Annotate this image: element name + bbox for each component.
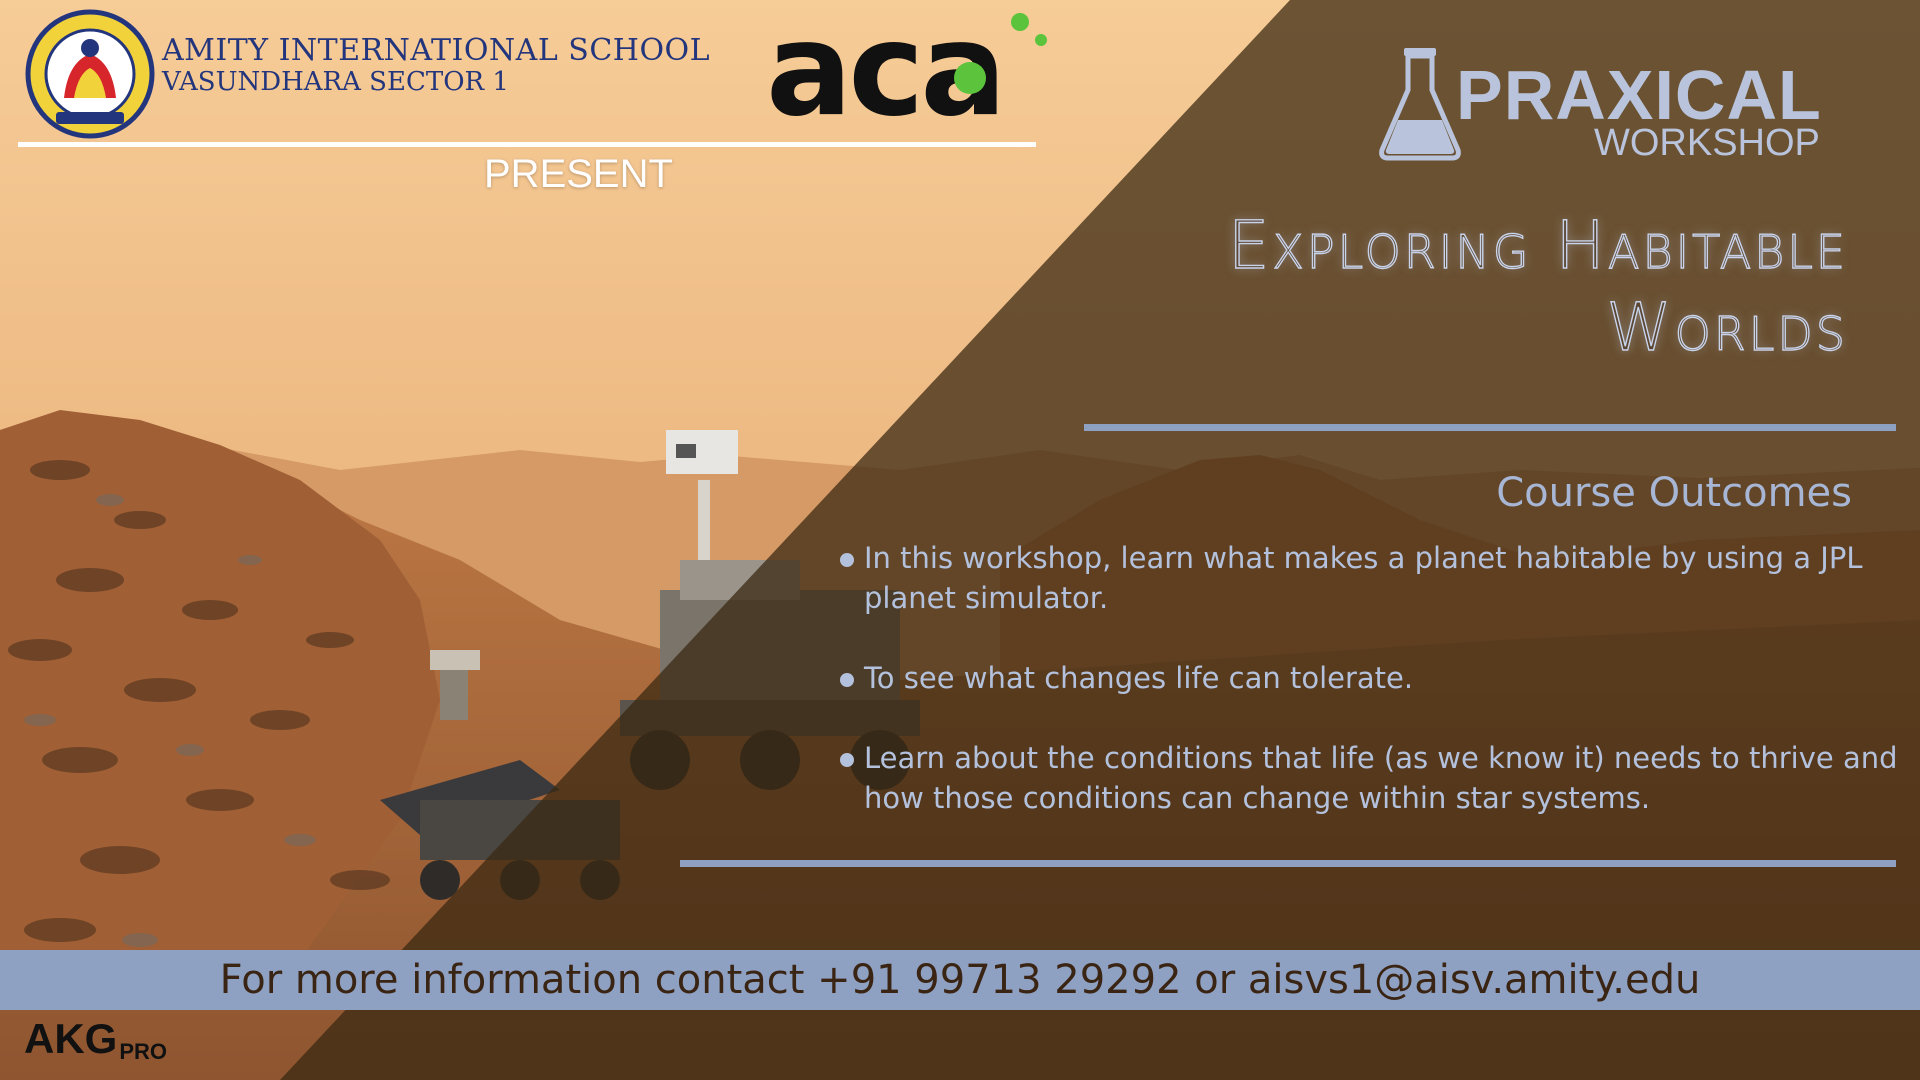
outcomes-heading: Course Outcomes xyxy=(1496,470,1852,516)
outcomes-list: In this workshop, learn what makes a pla… xyxy=(838,538,1898,858)
contact-text: For more information contact +91 99713 2… xyxy=(219,957,1701,1003)
workshop-brand: WORKSHOP xyxy=(1594,122,1820,164)
outcome-item: To see what changes life can tolerate. xyxy=(838,658,1898,698)
outcome-item: Learn about the conditions that life (as… xyxy=(838,738,1898,818)
school-name-line1: AMITY INTERNATIONAL SCHOOL xyxy=(162,33,711,68)
outcome-item: In this workshop, learn what makes a pla… xyxy=(838,538,1898,618)
outcome-text: To see what changes life can tolerate. xyxy=(864,661,1414,695)
akg-brand-suffix: PRO xyxy=(119,1039,168,1064)
bullet-icon xyxy=(840,553,854,567)
outcomes-top-divider xyxy=(1084,424,1896,431)
bullet-icon xyxy=(840,753,854,767)
present-label: PRESENT xyxy=(484,152,673,196)
event-title-line2: Worlds xyxy=(1606,288,1848,366)
header-divider xyxy=(18,142,1036,147)
bullet-icon xyxy=(840,673,854,687)
school-name: AMITY INTERNATIONAL SCHOOL VASUNDHARA SE… xyxy=(162,34,710,97)
aca-logo: aca xyxy=(766,12,1047,128)
akg-brand: AKG xyxy=(24,1015,118,1062)
akg-pro-logo: AKGPRO xyxy=(24,1018,167,1063)
event-title-line1: Exploring Habitable xyxy=(1227,206,1848,284)
outcomes-bottom-divider xyxy=(680,860,1896,867)
flask-icon xyxy=(1379,48,1461,161)
outcome-text: In this workshop, learn what makes a pla… xyxy=(864,541,1863,615)
event-title: Exploring Habitable Worlds xyxy=(1128,205,1848,369)
praxical-brand: PRAXICAL xyxy=(1456,56,1822,134)
school-emblem-icon xyxy=(25,9,155,139)
outcome-text: Learn about the conditions that life (as… xyxy=(864,741,1898,815)
school-name-line2: VASUNDHARA SECTOR 1 xyxy=(162,66,509,97)
